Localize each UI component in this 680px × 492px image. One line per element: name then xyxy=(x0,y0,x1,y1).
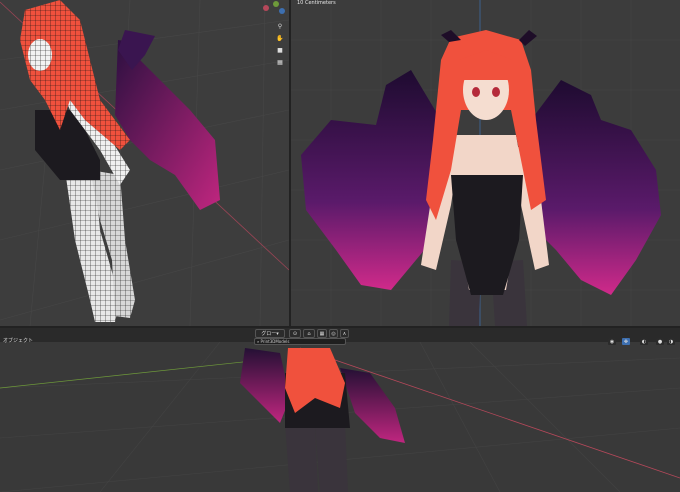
viewport-right-canvas xyxy=(291,0,680,326)
falloff-icon[interactable]: ∧ xyxy=(340,329,349,338)
snap-settings-icon[interactable]: ▦ xyxy=(317,329,327,338)
header-label: オブジェクト xyxy=(3,338,34,344)
scale-label: 10 Centimeters xyxy=(297,0,336,6)
visibility-icon[interactable]: ◉ xyxy=(608,338,616,345)
wing-right xyxy=(531,80,661,295)
leg-left xyxy=(285,423,318,492)
grid-icon[interactable]: ▦ xyxy=(276,58,284,66)
zoom-icon[interactable]: ⚲ xyxy=(276,22,284,30)
global-label: グロー xyxy=(261,331,277,337)
viewport-right[interactable]: 10 Centimeters xyxy=(291,0,680,326)
viewport-left-canvas xyxy=(0,0,289,326)
pivot-icon[interactable]: ⊙ xyxy=(289,329,301,338)
overlay-icon[interactable]: ◐ xyxy=(640,338,648,345)
material-shading-icon[interactable]: ◑ xyxy=(667,338,675,345)
gizmo-z-dot[interactable] xyxy=(279,8,285,14)
chevron-down-icon: ▾ xyxy=(276,330,279,337)
hand-pan-icon[interactable]: ✋ xyxy=(276,34,284,42)
viewport-left[interactable]: ⚲ ✋ ■ ▦ xyxy=(0,0,289,326)
gizmo-toggle-icon[interactable]: ✥ xyxy=(622,338,630,345)
wing-left xyxy=(301,70,441,290)
wing-right xyxy=(340,368,405,443)
snap-icon[interactable]: ⌂ xyxy=(303,329,315,338)
gizmo-y-dot[interactable] xyxy=(273,1,279,7)
axis-gizmo[interactable] xyxy=(254,0,288,20)
search-icon: ⌕ xyxy=(257,339,260,344)
viewport-bottom-canvas xyxy=(0,341,680,492)
gizmo-x-dot[interactable] xyxy=(263,5,269,11)
search-value: Print3DModels xyxy=(260,339,290,344)
solid-shading-icon[interactable]: ● xyxy=(656,338,664,345)
transform-orientation-dropdown[interactable]: グロー ▾ xyxy=(255,329,285,338)
axis-y-line xyxy=(0,357,281,389)
search-input[interactable]: ⌕ Print3DModels xyxy=(254,338,346,345)
viewport-header: オブジェクト グロー ▾ ⊙ ⌂ ▦ ◎ ∧ ⌕ Print3DModels ◉ … xyxy=(0,328,680,345)
proportional-edit-icon[interactable]: ◎ xyxy=(329,329,338,338)
eye-right xyxy=(492,87,500,97)
wing-left xyxy=(240,348,290,423)
viewport-bottom[interactable]: オブジェクト グロー ▾ ⊙ ⌂ ▦ ◎ ∧ ⌕ Print3DModels ◉ … xyxy=(0,328,680,492)
leg-right xyxy=(315,423,348,492)
camera-icon[interactable]: ■ xyxy=(276,46,284,54)
eye-left xyxy=(472,87,480,97)
